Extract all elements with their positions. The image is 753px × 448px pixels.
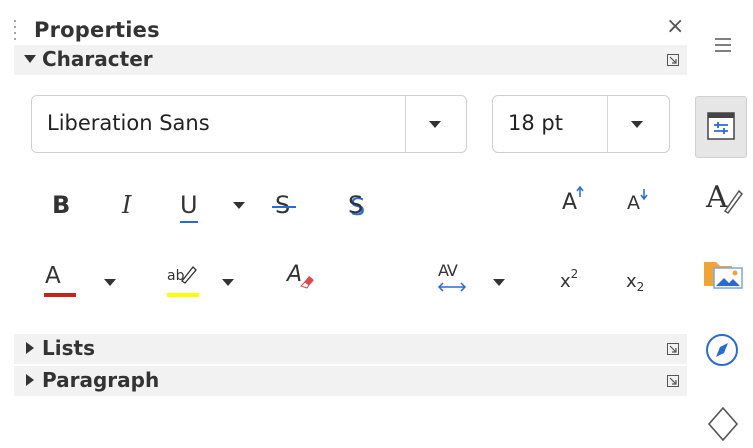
superscript-exp: 2 (570, 267, 579, 281)
styles-icon[interactable]: A (703, 177, 743, 217)
highlight-dropdown[interactable] (222, 279, 234, 286)
arrow-down-icon (640, 189, 648, 200)
expand-arrow-icon (26, 374, 34, 386)
italic-button[interactable]: I (122, 191, 131, 219)
shrink-font-button[interactable]: A (627, 189, 648, 214)
shadow-button[interactable]: S (348, 191, 363, 219)
chevron-down-icon[interactable] (631, 121, 643, 128)
font-color-icon: A (45, 263, 61, 289)
character-spacing-dropdown[interactable] (493, 279, 505, 286)
more-options-icon[interactable] (667, 343, 679, 355)
shapes-icon[interactable] (706, 405, 740, 443)
underline-icon: U (180, 191, 198, 219)
underline-dropdown[interactable] (233, 202, 245, 209)
subscript-sub: 2 (636, 280, 645, 294)
section-label: Paragraph (42, 368, 160, 392)
superscript-base: x (560, 271, 571, 292)
more-options-icon[interactable] (667, 375, 679, 387)
strikethrough-button[interactable]: S (272, 191, 296, 219)
combo-divider (405, 96, 406, 152)
font-name-value[interactable]: Liberation Sans (47, 111, 210, 135)
combo-divider (607, 96, 608, 152)
grow-font-button[interactable]: A (562, 186, 584, 215)
section-character-header[interactable]: Character (14, 45, 687, 75)
close-button[interactable]: × (666, 16, 684, 38)
menu-icon[interactable] (713, 36, 733, 54)
font-color-swatch (44, 293, 76, 297)
highlight-swatch (167, 293, 199, 297)
svg-text:A: A (705, 180, 728, 215)
navigator-icon[interactable] (704, 332, 740, 368)
drag-handle[interactable] (13, 20, 17, 42)
chevron-down-icon[interactable] (429, 121, 441, 128)
panel-title: Properties (34, 18, 160, 42)
double-arrow-icon (437, 282, 467, 292)
eraser-icon (300, 276, 314, 289)
clear-formatting-button[interactable]: A (287, 262, 314, 289)
underline-button[interactable]: U (180, 191, 198, 223)
font-size-combo[interactable]: 18 pt (492, 95, 670, 153)
subscript-button[interactable]: x2 (626, 271, 645, 294)
section-label: Lists (42, 336, 95, 360)
bold-button[interactable]: B (52, 191, 70, 219)
strikethrough-icon: S (275, 191, 291, 219)
character-spacing-icon: AV (438, 261, 458, 280)
properties-deck-button[interactable] (695, 96, 747, 158)
highlight-button[interactable]: ab (167, 265, 199, 297)
superscript-button[interactable]: x2 (560, 267, 578, 292)
section-lists-header[interactable]: Lists (14, 334, 687, 364)
properties-icon (707, 112, 735, 140)
expand-arrow-icon (26, 342, 34, 354)
arrow-up-icon (576, 186, 584, 197)
font-name-combo[interactable]: Liberation Sans (31, 95, 467, 153)
font-color-button[interactable]: A (44, 263, 76, 297)
character-spacing-button[interactable]: AV (437, 261, 467, 292)
pen-icon (181, 266, 197, 284)
section-label: Character (42, 47, 153, 71)
section-paragraph-header[interactable]: Paragraph (14, 366, 687, 396)
subscript-base: x (626, 271, 637, 292)
font-size-value[interactable]: 18 pt (508, 111, 563, 135)
collapse-arrow-icon (24, 55, 36, 63)
font-color-dropdown[interactable] (104, 279, 116, 286)
gallery-icon[interactable] (702, 254, 746, 292)
more-options-icon[interactable] (667, 54, 679, 66)
